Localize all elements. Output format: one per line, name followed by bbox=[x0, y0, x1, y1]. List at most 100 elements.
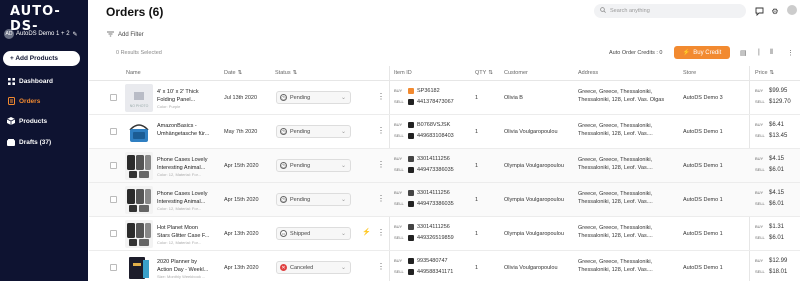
col-item-id[interactable]: Item ID bbox=[394, 70, 412, 76]
buy-credit-button[interactable]: ⚡ Buy Credit bbox=[674, 46, 730, 59]
sidebar-item-products[interactable]: Products bbox=[7, 117, 47, 125]
shipping-address: Greece, Greece, Thessaloniki, Thessalonik… bbox=[578, 190, 678, 206]
buy-item-id[interactable]: SP36182 bbox=[417, 88, 440, 94]
add-products-button[interactable]: + Add Products bbox=[3, 51, 80, 66]
product-name-line2: Stars Glitter Case F... bbox=[157, 233, 210, 239]
sell-item-id[interactable]: 449473386035 bbox=[417, 201, 454, 207]
sell-tag: SELL bbox=[394, 201, 404, 206]
status-label: Pending bbox=[290, 162, 311, 169]
sell-item-id[interactable]: 449326519859 bbox=[417, 235, 454, 241]
sell-tag: SELL bbox=[394, 99, 404, 104]
status-dropdown[interactable]: ◷ Pending ⌄ bbox=[276, 159, 351, 172]
item-ids: BUY B0768VSJSK SELL 449683108403 bbox=[394, 119, 474, 141]
row-menu-icon[interactable]: ⋮ bbox=[377, 92, 385, 101]
product-thumbnail[interactable] bbox=[125, 186, 153, 214]
export-icon[interactable]: ▤ bbox=[740, 49, 747, 57]
columns-icon[interactable]: ⫴ bbox=[770, 49, 773, 57]
row-menu-icon[interactable]: ⋮ bbox=[377, 160, 385, 169]
row-menu-icon[interactable]: ⋮ bbox=[377, 262, 385, 271]
table-row[interactable]: Hot Planet Moon Stars Glitter Case F... Co… bbox=[89, 217, 800, 251]
order-date: Apr 15th 2020 bbox=[224, 163, 259, 169]
row-checkbox[interactable] bbox=[110, 162, 117, 169]
address-line1: Greece, Greece, Thessaloniki, bbox=[578, 157, 653, 163]
buy-item-id[interactable]: 33014111256 bbox=[417, 224, 450, 230]
col-date-label: Date bbox=[224, 70, 236, 76]
status-label: Shipped bbox=[290, 230, 311, 237]
sell-item-id[interactable]: 449588341171 bbox=[417, 269, 453, 275]
row-menu-icon[interactable]: ⋮ bbox=[377, 126, 385, 135]
row-checkbox[interactable] bbox=[110, 264, 117, 271]
col-address[interactable]: Address bbox=[578, 70, 598, 76]
product-name[interactable]: 4' x 10' x 2' Thick Folding Panel... bbox=[157, 88, 217, 104]
auto-order-icon[interactable]: ⚡ bbox=[362, 228, 371, 236]
status-dropdown[interactable]: ◷ Pending ⌄ bbox=[276, 91, 351, 104]
sell-tag: SELL bbox=[394, 167, 404, 172]
status-dropdown[interactable]: ▭ Shipped ⌄ bbox=[276, 227, 351, 240]
col-price[interactable]: Price ⇅ bbox=[755, 70, 774, 76]
buy-item-id[interactable]: B0768VSJSK bbox=[417, 122, 450, 128]
row-checkbox[interactable] bbox=[110, 94, 117, 101]
sell-tag: SELL bbox=[755, 235, 765, 240]
col-date[interactable]: Date ⇅ bbox=[224, 70, 242, 76]
sell-price: $129.70 bbox=[769, 98, 791, 105]
status-dropdown[interactable]: ✕ Canceled ⌄ bbox=[276, 261, 351, 274]
chevron-down-icon: ⌄ bbox=[340, 129, 346, 135]
row-menu-icon[interactable]: ⋮ bbox=[377, 228, 385, 237]
col-name[interactable]: Name bbox=[126, 70, 141, 76]
product-thumbnail[interactable] bbox=[125, 118, 153, 146]
sell-item-id[interactable]: 449683108403 bbox=[417, 133, 454, 139]
product-thumbnail[interactable] bbox=[125, 220, 153, 248]
row-checkbox[interactable] bbox=[110, 128, 117, 135]
add-filter-button[interactable]: Add Filter bbox=[107, 31, 144, 39]
status-dropdown[interactable]: ◷ Pending ⌄ bbox=[276, 125, 351, 138]
edit-icon[interactable]: ✎ bbox=[73, 31, 78, 38]
sidebar-item-dashboard[interactable]: Dashboard bbox=[7, 77, 53, 85]
product-name[interactable]: Phone Cases Lovely Interesting Animal... bbox=[157, 190, 217, 206]
user-avatar[interactable] bbox=[787, 5, 797, 15]
sidebar-item-orders[interactable]: Orders bbox=[7, 97, 40, 105]
buy-price: $1.31 bbox=[769, 223, 785, 230]
col-customer[interactable]: Customer bbox=[504, 70, 528, 76]
row-menu-icon[interactable]: ⋮ bbox=[377, 194, 385, 203]
sell-item-id[interactable]: 449473386035 bbox=[417, 167, 454, 173]
sidebar-item-drafts[interactable]: Drafts (37) bbox=[7, 138, 51, 146]
col-store[interactable]: Store bbox=[683, 70, 696, 76]
buy-item-id[interactable]: 33014111256 bbox=[417, 156, 450, 162]
settings-icon[interactable]: ⚙ bbox=[770, 6, 780, 16]
product-name[interactable]: 2020 Planner by Action Day - Weekl... bbox=[157, 258, 217, 274]
marketplace-icon bbox=[408, 98, 414, 105]
shipping-address: Greece, Greece, Thessaloniki, Thessalonik… bbox=[578, 156, 678, 172]
product-name-line2: Interesting Animal... bbox=[157, 165, 206, 171]
product-name[interactable]: Phone Cases Lovely Interesting Animal... bbox=[157, 156, 217, 172]
store-switcher[interactable]: AD AutoDS Demo 1 + 2 ✎ bbox=[4, 29, 86, 39]
table-row[interactable]: AmazonBasics - Umhängetasche für... May 7t… bbox=[89, 115, 800, 149]
search-input[interactable]: Search anything bbox=[594, 4, 746, 18]
row-checkbox[interactable] bbox=[110, 196, 117, 203]
sell-tag: SELL bbox=[394, 269, 404, 274]
buy-item-id[interactable]: 33014111256 bbox=[417, 190, 450, 196]
product-name[interactable]: AmazonBasics - Umhängetasche für... bbox=[157, 122, 217, 138]
sell-item-id[interactable]: 441378473067 bbox=[417, 99, 454, 105]
table-row[interactable]: Phone Cases Lovely Interesting Animal... C… bbox=[89, 183, 800, 217]
table-row[interactable]: NO PHOTO 4' x 10' x 2' Thick Folding Panel… bbox=[89, 81, 800, 115]
product-thumbnail[interactable] bbox=[125, 152, 153, 180]
product-thumbnail[interactable] bbox=[125, 254, 153, 281]
col-status[interactable]: Status ⇅ bbox=[275, 70, 297, 76]
item-ids: BUY 9935480747 SELL 449588341171 bbox=[394, 255, 474, 277]
divider-icon: | bbox=[758, 49, 760, 56]
row-checkbox[interactable] bbox=[110, 230, 117, 237]
more-icon[interactable]: ⋮ bbox=[787, 49, 794, 57]
table-row[interactable]: Phone Cases Lovely Interesting Animal... C… bbox=[89, 149, 800, 183]
sell-price: $6.01 bbox=[769, 200, 785, 207]
table-row[interactable]: 2020 Planner by Action Day - Weekl... Size… bbox=[89, 251, 800, 281]
chat-icon[interactable] bbox=[754, 6, 764, 16]
status-dropdown[interactable]: ◷ Pending ⌄ bbox=[276, 193, 351, 206]
status-label: Pending bbox=[290, 128, 311, 135]
results-selected: 0 Results Selected bbox=[116, 50, 162, 56]
sell-price: $13.45 bbox=[769, 132, 788, 139]
col-qty[interactable]: QTY ⇅ bbox=[475, 70, 493, 76]
buy-item-id[interactable]: 9935480747 bbox=[417, 258, 448, 264]
product-thumbnail[interactable]: NO PHOTO bbox=[125, 84, 153, 112]
clock-icon: ◷ bbox=[280, 196, 287, 203]
product-name[interactable]: Hot Planet Moon Stars Glitter Case F... bbox=[157, 224, 217, 240]
